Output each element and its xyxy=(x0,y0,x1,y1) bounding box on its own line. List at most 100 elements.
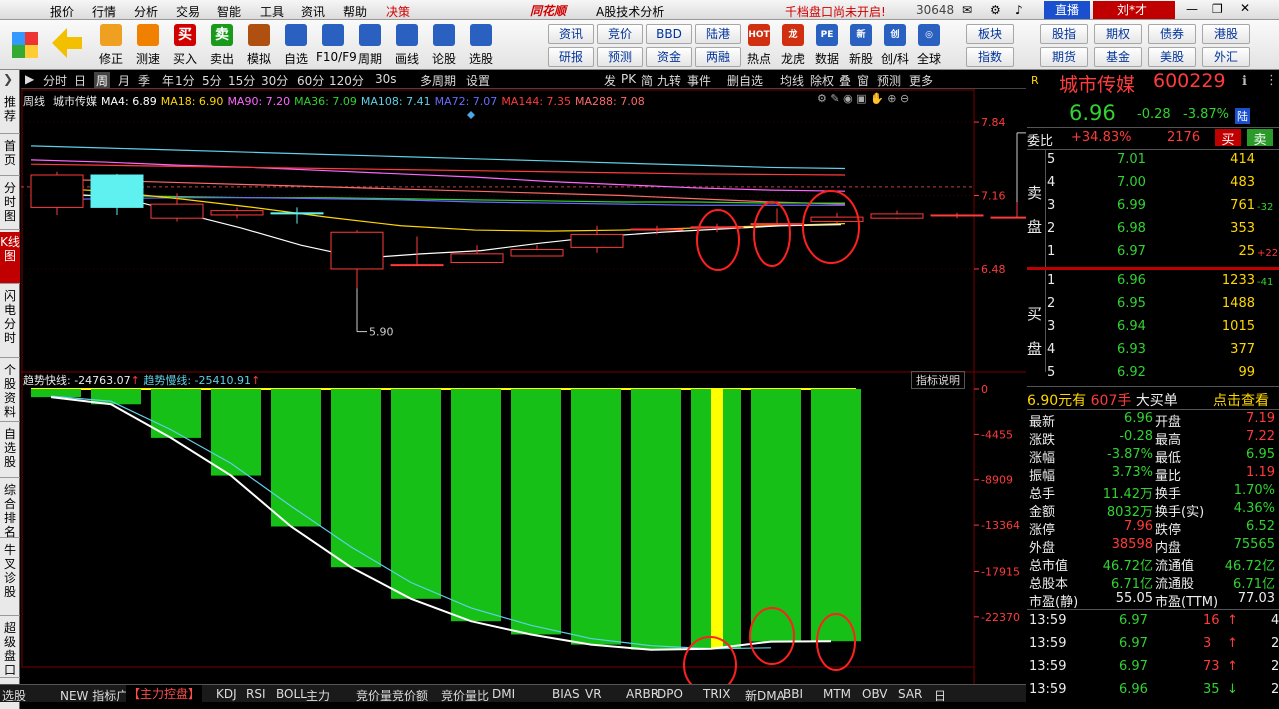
market-button-7[interactable]: 基金 xyxy=(1094,47,1142,67)
indicator-tab-3[interactable]: KDJ xyxy=(216,687,237,701)
chart-option-1[interactable]: PK xyxy=(621,72,636,86)
tool-button-2[interactable]: 买买入 xyxy=(168,20,202,70)
ask-row[interactable]: 4 7.00 483 xyxy=(1047,175,1279,197)
info-icon[interactable]: ℹ xyxy=(1242,74,1247,89)
chart-option-10[interactable]: 预测 xyxy=(877,72,901,89)
tool-button-3[interactable]: 卖卖出 xyxy=(205,20,239,70)
minimize-icon[interactable]: — xyxy=(1186,2,1198,16)
indicator-tab-19[interactable]: OBV xyxy=(862,687,888,701)
promo-text[interactable]: 千档盘口尚未开启! xyxy=(785,3,886,20)
menu-quote[interactable]: 报价 xyxy=(50,3,74,20)
sidebar-tab-2[interactable]: 分时图 xyxy=(0,178,20,230)
chart-option-2[interactable]: 简 xyxy=(641,72,653,89)
more-icon[interactable]: ⋮ xyxy=(1265,73,1278,88)
indicator-tab-18[interactable]: MTM xyxy=(823,687,851,701)
bid-row[interactable]: 3 6.94 1015 xyxy=(1047,319,1279,341)
quick-button-0[interactable]: 资讯 xyxy=(548,24,594,44)
period-10[interactable]: 60分 xyxy=(297,72,324,89)
period-14[interactable]: 设置 xyxy=(466,72,490,89)
market-button-6[interactable]: 期货 xyxy=(1040,47,1088,67)
sidebar-tab-1[interactable]: 首页 xyxy=(0,136,20,176)
period-0[interactable]: 分时 xyxy=(43,72,67,89)
tool2-button-2[interactable]: PE 数据 xyxy=(810,20,844,70)
indicator-tab-0[interactable]: 选股 xyxy=(2,687,26,704)
big-order-row[interactable]: 6.90元有 607手 大买单 xyxy=(1027,390,1178,410)
tool2-button-4[interactable]: 创创/科 xyxy=(878,20,912,70)
indicator-explain-button[interactable]: 指标说明 xyxy=(911,371,965,389)
period-11[interactable]: 120分 xyxy=(329,72,364,89)
tool-button-5[interactable]: 自选 xyxy=(279,20,313,70)
tool-button-10[interactable]: 选股 xyxy=(464,20,498,70)
chart-option-11[interactable]: 更多 xyxy=(909,72,933,89)
indicator-tab-16[interactable]: 新DMA xyxy=(745,687,785,704)
indicator-tab-4[interactable]: RSI xyxy=(246,687,266,701)
back-arrow-icon[interactable] xyxy=(52,28,82,58)
quick-button-5[interactable]: 预测 xyxy=(597,47,643,67)
market-button-2[interactable]: 期权 xyxy=(1094,24,1142,44)
quick-button-7[interactable]: 两融 xyxy=(695,47,741,67)
market-button-4[interactable]: 港股 xyxy=(1202,24,1250,44)
menu-tools[interactable]: 工具 xyxy=(260,3,284,20)
tool-button-7[interactable]: 周期 xyxy=(353,20,387,70)
indicator-tab-2[interactable]: 【主力控盘】 xyxy=(126,685,203,703)
market-button-3[interactable]: 债券 xyxy=(1148,24,1196,44)
indicator-tab-12[interactable]: VR xyxy=(585,687,602,701)
chart-option-7[interactable]: 除权 xyxy=(810,72,834,89)
tool2-button-0[interactable]: HOT 热点 xyxy=(742,20,776,70)
tool2-button-1[interactable]: 龙龙虎 xyxy=(776,20,810,70)
indicator-tab-6[interactable]: 主力 xyxy=(306,687,330,704)
sidebar-tab-3[interactable]: K线图 xyxy=(0,232,20,284)
chart-option-0[interactable]: 发 xyxy=(604,72,616,89)
indicator-tab-20[interactable]: SAR xyxy=(898,687,922,701)
period-6[interactable]: 1分 xyxy=(175,72,195,89)
period-13[interactable]: 多周期 xyxy=(420,72,456,89)
menu-trade[interactable]: 交易 xyxy=(176,3,200,20)
gear-icon[interactable]: ⚙ xyxy=(990,3,1001,17)
market-button-8[interactable]: 美股 xyxy=(1148,47,1196,67)
ask-row[interactable]: 1 6.97 25 +22 xyxy=(1047,244,1279,266)
chart-option-8[interactable]: 叠 xyxy=(839,72,851,89)
chart-option-3[interactable]: 九转 xyxy=(657,72,681,89)
period-7[interactable]: 5分 xyxy=(202,72,222,89)
quick-button-2[interactable]: BBD xyxy=(646,24,692,44)
quick-buy-button[interactable]: 买 xyxy=(1215,129,1241,148)
period-3[interactable]: 月 xyxy=(118,72,130,89)
chart-tool-icons[interactable]: ⚙ ✎ ◉ ▣ ✋ ⊕ ⊖ xyxy=(817,92,909,105)
bid-row[interactable]: 2 6.95 1488 xyxy=(1047,296,1279,318)
tool2-button-5[interactable]: ◎ 全球 xyxy=(912,20,946,70)
menu-help[interactable]: 帮助 xyxy=(343,3,367,20)
sidebar-expand-icon[interactable]: ❯ xyxy=(3,72,13,86)
market-button-0[interactable]: 板块 xyxy=(966,24,1014,44)
menu-market[interactable]: 行情 xyxy=(92,3,116,20)
bid-row[interactable]: 5 6.92 99 xyxy=(1047,365,1279,387)
tool-button-8[interactable]: 画线 xyxy=(390,20,424,70)
tool-button-9[interactable]: 论股 xyxy=(427,20,461,70)
quick-button-3[interactable]: 陆港 xyxy=(695,24,741,44)
period-4[interactable]: 季 xyxy=(138,72,150,89)
indicator-tab-21[interactable]: 日 xyxy=(934,687,946,704)
chart-option-4[interactable]: 事件 xyxy=(687,72,711,89)
chart-option-9[interactable]: 窗 xyxy=(857,72,869,89)
tool-button-4[interactable]: 模拟 xyxy=(242,20,276,70)
tool-button-0[interactable]: 修正 xyxy=(94,20,128,70)
indicator-tab-9[interactable]: 竞价量比 xyxy=(441,687,489,704)
big-order-link[interactable]: 点击查看 xyxy=(1213,390,1269,410)
chart-option-5[interactable]: 删自选 xyxy=(727,72,763,89)
indicator-tab-8[interactable]: 竞价额 xyxy=(392,687,428,704)
menu-smart[interactable]: 智能 xyxy=(217,3,241,20)
bid-row[interactable]: 4 6.93 377 xyxy=(1047,342,1279,364)
sidebar-tab-5[interactable]: 个股资料 xyxy=(0,360,20,422)
menu-analysis[interactable]: 分析 xyxy=(134,3,158,20)
market-button-5[interactable]: 指数 xyxy=(966,47,1014,67)
period-2[interactable]: 周 xyxy=(94,72,111,89)
indicator-tab-15[interactable]: TRIX xyxy=(703,687,730,701)
market-button-1[interactable]: 股指 xyxy=(1040,24,1088,44)
sidebar-tab-8[interactable]: 牛叉诊股 xyxy=(0,540,20,616)
market-button-9[interactable]: 外汇 xyxy=(1202,47,1250,67)
indicator-tab-14[interactable]: DPO xyxy=(657,687,683,701)
sidebar-tab-4[interactable]: 闪电分时 xyxy=(0,286,20,358)
app-grid-icon[interactable] xyxy=(12,32,38,58)
ask-row[interactable]: 2 6.98 353 xyxy=(1047,221,1279,243)
indicator-tab-10[interactable]: DMI xyxy=(492,687,515,701)
indicator-tab-7[interactable]: 竞价量 xyxy=(356,687,392,704)
